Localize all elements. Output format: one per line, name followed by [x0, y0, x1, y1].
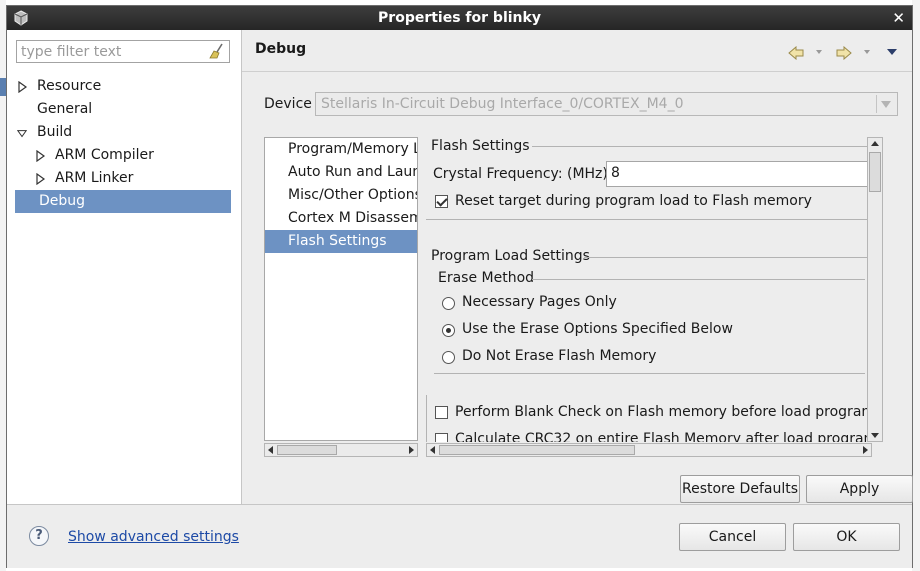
debug-properties-page: Debug Device Stellaris In-Circuit Debug … [242, 30, 913, 504]
apply-button[interactable]: Apply [806, 475, 913, 503]
group-border [434, 373, 865, 374]
forward-arrow-icon[interactable] [836, 46, 852, 60]
erase-option-label: Use the Erase Options Specified Below [462, 321, 733, 337]
erase-method-group-label: Erase Method [438, 270, 535, 286]
program-load-group-label: Program Load Settings [431, 248, 590, 264]
settings-vscrollbar[interactable] [867, 137, 883, 442]
dialog-title: Properties for blinky [378, 10, 541, 26]
tab-auto-run-launch[interactable]: Auto Run and Launch Options [265, 161, 417, 184]
flash-settings-group-label: Flash Settings [431, 138, 530, 154]
clear-filter-broom-icon[interactable] [209, 43, 225, 59]
group-border [426, 219, 867, 220]
category-list-hscrollbar[interactable] [264, 443, 418, 457]
restore-defaults-button[interactable]: Restore Defaults [680, 475, 800, 503]
flash-settings-panel: Flash Settings Crystal Frequency: (MHz) … [426, 137, 872, 442]
scroll-left-icon[interactable] [429, 446, 437, 454]
scrollbar-thumb[interactable] [277, 445, 337, 455]
tab-cortex-m-disassembly[interactable]: Cortex M Disassembly Style [265, 207, 417, 230]
tree-item-label: General [37, 101, 93, 117]
device-label: Device [264, 96, 312, 112]
group-border [584, 257, 867, 258]
settings-hscrollbar[interactable] [426, 443, 872, 457]
filter-placeholder: type filter text [21, 44, 122, 60]
scrollbar-thumb[interactable] [439, 445, 635, 455]
title-bar[interactable]: Properties for blinky ✕ [7, 6, 912, 30]
device-select-value: Stellaris In-Circuit Debug Interface_0/C… [321, 96, 684, 112]
dialog-button-bar: ? Show advanced settings Cancel OK [7, 504, 912, 568]
tree-item-label: ARM Linker [55, 170, 134, 186]
scrollbar-thumb[interactable] [869, 152, 881, 192]
tab-misc-other[interactable]: Misc/Other Options [265, 184, 417, 207]
tree-item-label: ARM Compiler [55, 147, 154, 163]
erase-necessary-pages-radio[interactable] [442, 297, 455, 310]
reset-target-label: Reset target during program load to Flas… [455, 193, 812, 209]
cancel-button[interactable]: Cancel [679, 523, 786, 551]
forward-dropdown-icon[interactable] [864, 50, 870, 54]
chevron-down-icon [881, 101, 891, 108]
help-icon[interactable]: ? [29, 526, 49, 546]
show-advanced-settings-link[interactable]: Show advanced settings [68, 529, 239, 545]
group-border [532, 146, 867, 147]
tree-item-debug[interactable]: Debug [15, 190, 231, 213]
background-window-edge-right [912, 0, 920, 571]
reset-target-checkbox[interactable] [435, 195, 448, 208]
debug-category-list: Program/Memory Load Options Auto Run and… [264, 137, 418, 441]
filter-input[interactable]: type filter text [16, 40, 230, 63]
tab-program-memory-load[interactable]: Program/Memory Load Options [265, 138, 417, 161]
group-border [532, 279, 865, 280]
view-menu-icon[interactable] [887, 49, 897, 55]
tree-item-label: Build [37, 124, 73, 140]
tab-flash-settings[interactable]: Flash Settings [265, 230, 417, 253]
tree-item-build[interactable]: Build [15, 121, 231, 144]
device-select[interactable]: Stellaris In-Circuit Debug Interface_0/C… [315, 92, 898, 116]
tree-item-general[interactable]: General [15, 98, 231, 121]
scroll-up-icon[interactable] [871, 140, 879, 148]
tree-item-resource[interactable]: Resource [15, 75, 231, 98]
erase-none-radio[interactable] [442, 351, 455, 364]
crystal-frequency-label: Crystal Frequency: (MHz) [433, 166, 608, 182]
scroll-down-icon[interactable] [871, 431, 879, 439]
scroll-right-icon[interactable] [407, 446, 415, 454]
crc32-checkbox[interactable] [435, 433, 448, 442]
left-navigation-pane: type filter text Resource General Build … [7, 30, 241, 504]
tree-item-arm-linker[interactable]: ARM Linker [15, 167, 231, 190]
erase-option-label: Necessary Pages Only [462, 294, 617, 310]
back-dropdown-icon[interactable] [816, 50, 822, 54]
tree-item-label: Debug [39, 193, 86, 209]
tree-item-arm-compiler[interactable]: ARM Compiler [15, 144, 231, 167]
crc32-label: Calculate CRC32 on entire Flash Memory a… [455, 431, 872, 442]
blank-check-checkbox[interactable] [435, 406, 448, 419]
erase-specified-options-radio[interactable] [442, 324, 455, 337]
device-select-dropdown[interactable] [876, 95, 894, 113]
back-arrow-icon[interactable] [788, 46, 804, 60]
header-divider [242, 71, 912, 72]
expand-triangle-icon[interactable] [18, 81, 28, 93]
scroll-left-icon[interactable] [267, 446, 275, 454]
page-title: Debug [255, 41, 307, 57]
blank-check-label: Perform Blank Check on Flash memory befo… [455, 404, 872, 420]
group-border [426, 395, 427, 442]
properties-dialog: Properties for blinky ✕ type filter text… [6, 5, 913, 568]
ok-button[interactable]: OK [793, 523, 900, 551]
tree-item-label: Resource [37, 78, 102, 94]
erase-option-label: Do Not Erase Flash Memory [462, 348, 657, 364]
expand-triangle-icon[interactable] [36, 173, 46, 185]
close-icon[interactable]: ✕ [892, 9, 905, 27]
expand-triangle-icon[interactable] [36, 150, 46, 162]
collapse-triangle-icon[interactable] [17, 128, 27, 140]
scroll-right-icon[interactable] [861, 446, 869, 454]
crystal-frequency-input[interactable]: 8 [606, 161, 868, 187]
